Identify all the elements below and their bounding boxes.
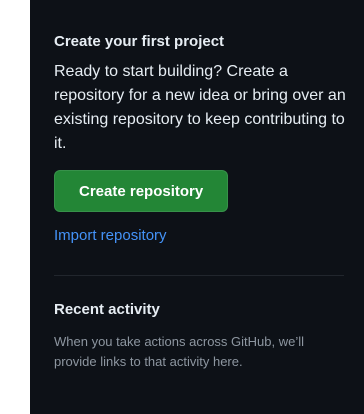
recent-activity-title: Recent activity	[54, 301, 160, 318]
first-project-description: Ready to start building? Create a reposi…	[54, 63, 346, 152]
dashboard-sidebar-panel: Create your first project Ready to start…	[30, 0, 364, 414]
first-project-section: Create your first project Ready to start…	[54, 32, 346, 246]
import-repository-link[interactable]: Import repository	[54, 226, 344, 246]
create-repository-button[interactable]: Create repository	[54, 170, 229, 212]
first-project-title: Create your first project	[54, 33, 225, 50]
section-divider	[54, 275, 344, 276]
recent-activity-section: Recent activity When you take actions ac…	[54, 300, 344, 372]
recent-activity-description: When you take actions across GitHub, we’…	[54, 334, 304, 369]
